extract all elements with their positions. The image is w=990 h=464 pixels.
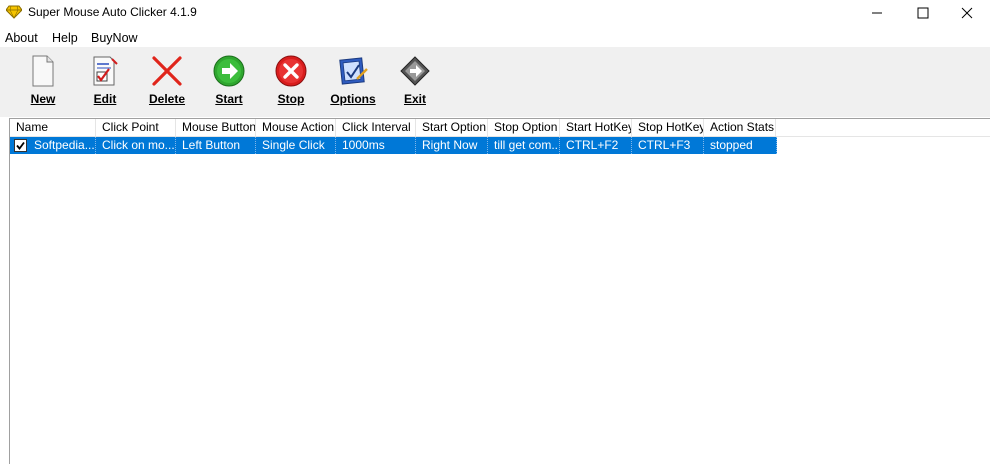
delete-x-icon: [152, 56, 182, 86]
edit-document-icon: [93, 56, 118, 86]
diamond-icon: [5, 5, 23, 19]
cell-start-hotkey: CTRL+F2: [560, 137, 632, 154]
options-checklist-icon: [339, 57, 368, 85]
column-stop-option[interactable]: Stop Option: [488, 119, 560, 137]
column-start-option[interactable]: Start Option: [416, 119, 488, 137]
exit-button[interactable]: Exit: [386, 53, 444, 111]
cell-click-point: Click on mo...: [96, 137, 176, 154]
options-button[interactable]: Options: [324, 53, 382, 111]
column-start-hotkey[interactable]: Start HotKey: [560, 119, 632, 137]
start-button[interactable]: Start: [200, 53, 258, 111]
delete-button[interactable]: Delete: [138, 53, 196, 111]
new-document-icon: [32, 55, 54, 87]
menu-about[interactable]: About: [5, 31, 38, 45]
column-mouse-action[interactable]: Mouse Action: [256, 119, 336, 137]
column-name[interactable]: Name: [10, 119, 96, 137]
maximize-button[interactable]: [900, 0, 946, 26]
cell-action-stats: stopped: [704, 137, 777, 154]
start-button-label: Start: [215, 92, 243, 106]
edit-button[interactable]: Edit: [76, 53, 134, 111]
stop-x-icon: [275, 55, 307, 87]
cell-name-text: Softpedia...: [34, 138, 95, 152]
title-bar: Super Mouse Auto Clicker 4.1.9: [0, 0, 990, 26]
cell-mouse-button: Left Button: [176, 137, 256, 154]
menu-buynow[interactable]: BuyNow: [91, 31, 138, 45]
new-button[interactable]: New: [14, 53, 72, 111]
column-mouse-button[interactable]: Mouse Button: [176, 119, 256, 137]
maximize-icon: [917, 7, 929, 19]
menu-bar: About Help BuyNow: [0, 28, 990, 48]
table-row[interactable]: Softpedia... Click on mo... Left Button …: [10, 137, 777, 154]
options-button-label: Options: [330, 92, 376, 106]
column-stop-hotkey[interactable]: Stop HotKey: [632, 119, 704, 137]
cell-click-interval: 1000ms: [336, 137, 416, 154]
exit-icon: [400, 56, 430, 86]
stop-button-label: Stop: [277, 92, 305, 106]
column-action-stats[interactable]: Action Stats: [704, 119, 776, 137]
close-icon: [961, 7, 973, 19]
minimize-icon: [872, 12, 882, 14]
task-list[interactable]: Name Click Point Mouse Button Mouse Acti…: [9, 118, 990, 464]
toolbar: New Edit Delete Start Stop Options Exit: [0, 47, 990, 117]
stop-button[interactable]: Stop: [262, 53, 320, 111]
new-button-label: New: [30, 92, 56, 106]
cell-name: Softpedia...: [10, 137, 96, 154]
cell-stop-hotkey: CTRL+F3: [632, 137, 704, 154]
menu-help[interactable]: Help: [52, 31, 78, 45]
delete-button-label: Delete: [148, 92, 186, 106]
column-click-interval[interactable]: Click Interval: [336, 119, 416, 137]
exit-button-label: Exit: [403, 92, 426, 106]
cell-start-option: Right Now: [416, 137, 488, 154]
checkmark-icon: [16, 141, 25, 150]
close-button[interactable]: [944, 0, 990, 26]
start-arrow-icon: [213, 55, 245, 87]
edit-button-label: Edit: [93, 92, 117, 106]
window-title: Super Mouse Auto Clicker 4.1.9: [28, 5, 197, 19]
cell-mouse-action: Single Click: [256, 137, 336, 154]
cell-stop-option: till get com...: [488, 137, 560, 154]
column-click-point[interactable]: Click Point: [96, 119, 176, 137]
row-checkbox[interactable]: [14, 139, 27, 152]
list-header: Name Click Point Mouse Button Mouse Acti…: [10, 119, 990, 137]
minimize-button[interactable]: [854, 0, 900, 26]
